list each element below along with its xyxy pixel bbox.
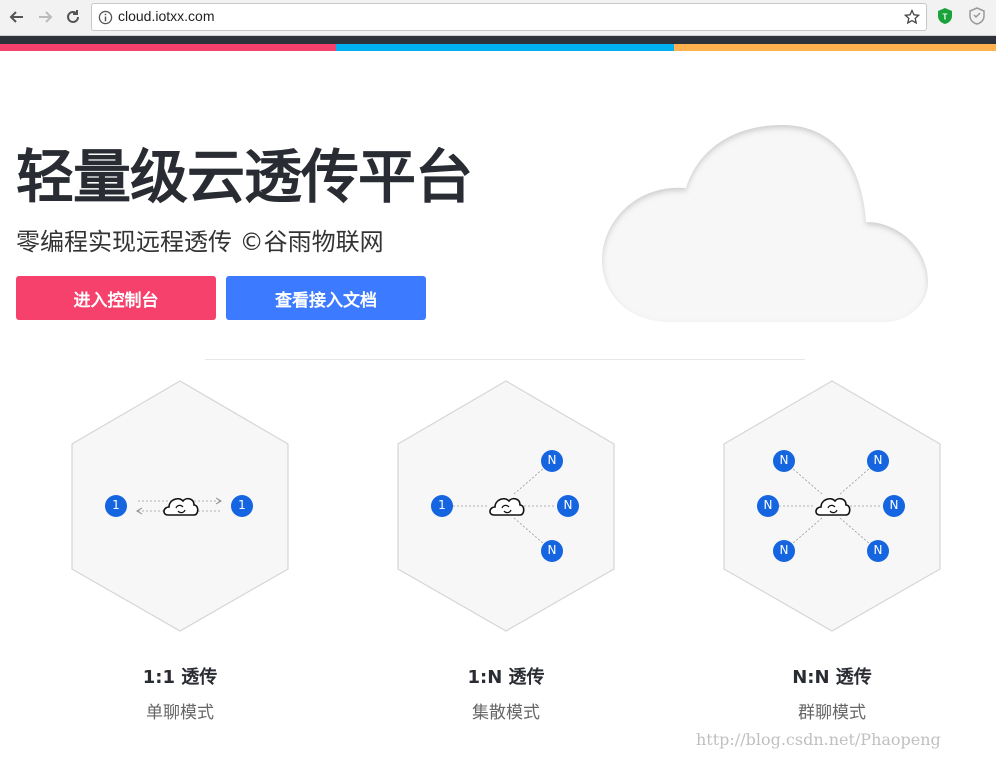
info-icon[interactable] [98, 10, 113, 25]
reload-icon [67, 10, 79, 23]
star-icon[interactable] [904, 9, 920, 25]
node-bottom-left-label: N [779, 543, 789, 557]
shield-outline-icon[interactable] [968, 7, 986, 25]
hexagon-diagram [397, 380, 615, 632]
top-dark-bar [0, 36, 996, 44]
feature-description: 集散模式 [472, 703, 540, 723]
back-button[interactable] [6, 6, 28, 28]
node-bottom-right-label: N [873, 543, 883, 557]
forward-arrow-icon [39, 11, 53, 23]
hexagon-diagram [723, 380, 941, 632]
color-stripe-pink [0, 44, 336, 51]
view-docs-button[interactable]: 查看接入文档 [226, 276, 426, 320]
shield-extension-icon[interactable]: T [936, 7, 954, 25]
node-source-label: 1 [438, 498, 446, 512]
node-left-label: 1 [112, 498, 120, 512]
url-text[interactable]: cloud.iotxx.com [118, 8, 214, 24]
node-middle-label: N [563, 498, 573, 512]
enter-console-button[interactable]: 进入控制台 [16, 276, 216, 320]
reload-button[interactable] [62, 6, 84, 28]
node-left-label: N [763, 498, 773, 512]
node-top-label: N [547, 453, 557, 467]
node-bottom-label: N [547, 543, 557, 557]
color-stripe-blue [336, 44, 674, 51]
feature-description: 群聊模式 [798, 703, 866, 723]
cloud-illustration [602, 125, 928, 322]
node-right-label: 1 [238, 498, 246, 512]
node-top-right-label: N [873, 453, 883, 467]
node-right-label: N [889, 498, 899, 512]
hero-title: 轻量级云透传平台 [16, 143, 473, 211]
section-divider [205, 359, 805, 360]
watermark-text: http://blog.csdn.net/Phaopeng [696, 730, 941, 749]
browser-toolbar: cloud.iotxx.com T [0, 0, 996, 36]
feature-title: 1:N 透传 [467, 667, 545, 688]
feature-title: N:N 透传 [792, 667, 872, 688]
node-top-left-label: N [779, 453, 789, 467]
hexagon-diagram [71, 380, 289, 632]
color-stripe-orange [674, 44, 996, 51]
feature-description: 单聊模式 [146, 703, 214, 723]
address-bar[interactable]: cloud.iotxx.com [91, 3, 927, 31]
svg-text:T: T [943, 13, 948, 22]
forward-button[interactable] [34, 6, 56, 28]
back-arrow-icon [9, 11, 23, 23]
hero-subtitle: 零编程实现远程透传 ©谷雨物联网 [16, 228, 384, 256]
feature-title: 1:1 透传 [142, 667, 218, 688]
